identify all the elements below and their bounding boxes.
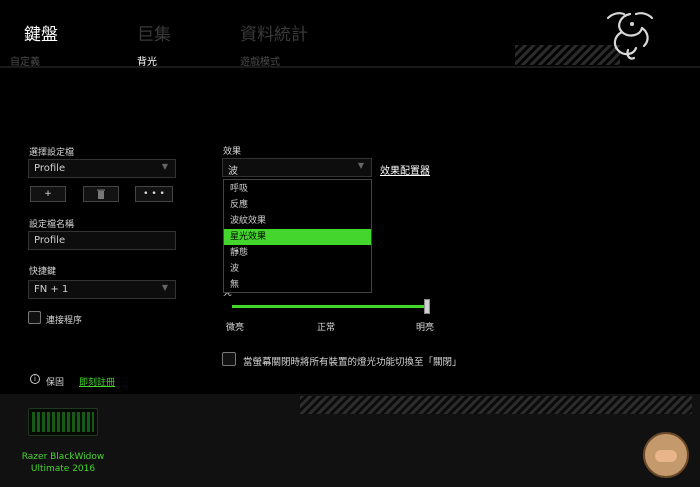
link-program-checkbox[interactable]	[28, 311, 41, 324]
link-program-label: 連接程序	[46, 316, 83, 326]
profile-name-label: 設定檔名稱	[29, 220, 75, 230]
effect-option-breathing[interactable]: 呼吸	[224, 181, 371, 197]
screen-off-label: 當螢幕關閉時將所有裝置的燈光功能切換至「關閉」	[243, 357, 462, 368]
effect-option-reactive[interactable]: 反應	[224, 197, 371, 213]
shortcut-select[interactable]: FN + 1 ▼	[28, 280, 176, 299]
footer-stripes-decoration	[300, 396, 692, 414]
watermark-mascot-icon	[643, 432, 689, 478]
effect-select[interactable]: 波 ▼	[222, 158, 372, 177]
register-now-link[interactable]: 即刻註冊	[79, 375, 115, 388]
keyboard-device-image[interactable]	[28, 408, 98, 436]
device-name-line2: Ultimate 2016	[30, 464, 96, 474]
effect-option-ripple[interactable]: 波紋效果	[224, 213, 371, 229]
delete-profile-button[interactable]	[83, 186, 119, 202]
chevron-down-icon: ▼	[161, 162, 168, 171]
effect-select-value: 波	[228, 166, 238, 177]
profile-select-value: Profile	[34, 163, 66, 174]
chevron-down-icon: ▼	[357, 161, 364, 170]
add-profile-button[interactable]: +	[30, 186, 66, 202]
profile-name-input[interactable]: Profile	[28, 231, 176, 250]
effect-option-wave[interactable]: 波	[224, 261, 371, 277]
shortcut-label: 快捷鍵	[29, 267, 57, 277]
more-options-button[interactable]: • • •	[135, 186, 173, 202]
brightness-mid-label: 正常	[317, 323, 336, 333]
profile-select-label: 選擇設定檔	[29, 148, 75, 158]
effect-configurator-link[interactable]: 效果配置器	[380, 162, 430, 177]
brightness-min-label: 微亮	[226, 323, 245, 333]
tab-macro[interactable]: 巨集	[137, 20, 171, 45]
screen-off-checkbox[interactable]	[222, 352, 236, 366]
razer-logo-icon	[606, 12, 654, 60]
info-icon: i	[30, 374, 40, 384]
trash-icon	[97, 189, 105, 199]
warranty-label: 保固	[46, 378, 65, 388]
effect-option-static[interactable]: 靜態	[224, 245, 371, 261]
brightness-max-label: 明亮	[416, 323, 435, 333]
effect-option-starlight[interactable]: 星光效果	[224, 229, 371, 245]
shortcut-value: FN + 1	[34, 284, 69, 295]
profile-name-value: Profile	[34, 235, 66, 246]
tab-stats[interactable]: 資料統計	[240, 20, 308, 45]
chevron-down-icon: ▼	[161, 283, 168, 292]
header: 鍵盤 巨集 資料統計 自定義 背光 遊戲模式	[0, 0, 700, 68]
tab-keyboard[interactable]: 鍵盤	[24, 20, 58, 45]
effect-label: 效果	[223, 147, 242, 157]
effect-option-none[interactable]: 無	[224, 277, 371, 293]
effect-dropdown-list: 呼吸 反應 波紋效果 星光效果 靜態 波 無	[223, 179, 372, 293]
brightness-slider-thumb[interactable]	[424, 299, 430, 314]
profile-select[interactable]: Profile ▼	[28, 159, 176, 178]
brightness-slider-track[interactable]	[232, 305, 427, 308]
header-divider	[0, 66, 700, 68]
device-name-line1: Razer BlackWidow	[21, 452, 105, 462]
